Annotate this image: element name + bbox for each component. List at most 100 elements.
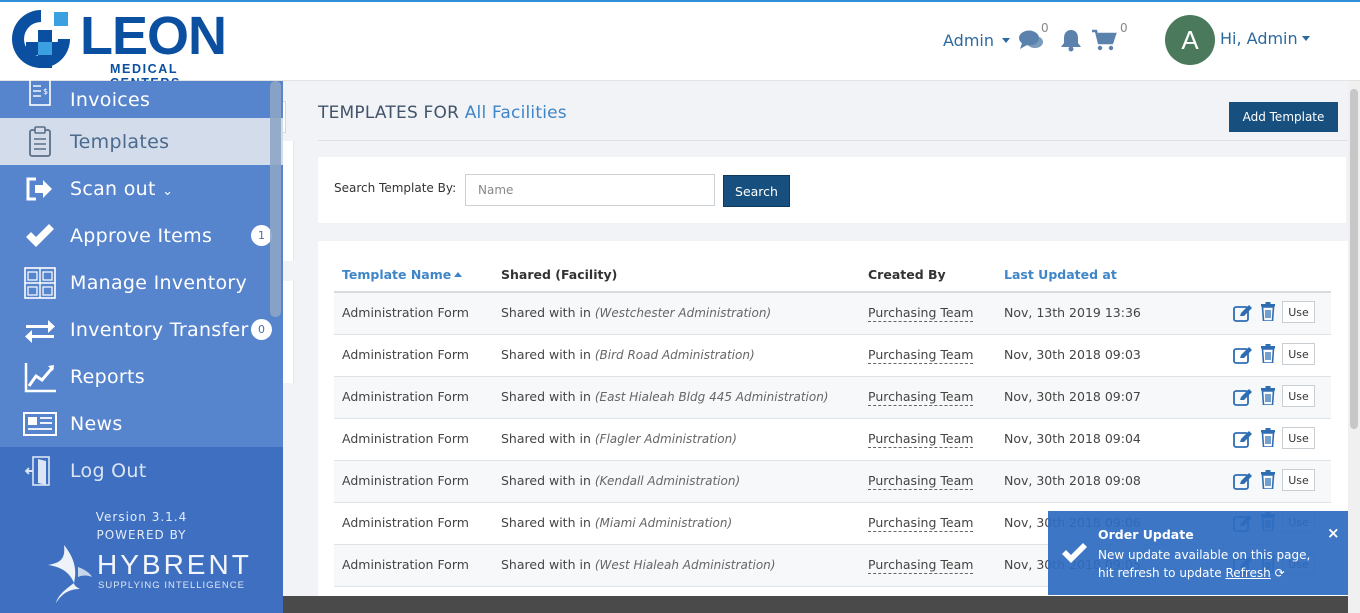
page-scrollbar-thumb[interactable] <box>1350 89 1358 429</box>
last-updated-cell: Nov, 30th 2018 09:07 <box>1004 389 1141 404</box>
newspaper-icon <box>23 411 57 436</box>
sidebar-item-invoices[interactable]: $ Invoices <box>0 78 283 118</box>
cart-icon[interactable] <box>1091 28 1117 52</box>
bell-icon[interactable] <box>1058 28 1084 52</box>
user-menu[interactable]: Hi, Admin <box>1220 29 1310 48</box>
page-scrollbar[interactable] <box>1348 81 1360 613</box>
close-icon[interactable]: × <box>1327 524 1340 542</box>
created-by-link[interactable]: Purchasing Team <box>868 305 974 322</box>
check-icon <box>26 223 54 247</box>
add-template-button[interactable]: Add Template <box>1229 102 1338 132</box>
chevron-down-icon <box>1002 38 1010 43</box>
use-template-button[interactable]: Use <box>1282 343 1315 365</box>
sidebar-item-label: Log Out <box>70 459 147 482</box>
edit-icon[interactable] <box>1233 430 1253 448</box>
column-header-template-name[interactable]: Template Name <box>342 267 463 282</box>
sidebar-item-approve-items[interactable]: Approve Items 1 <box>0 212 283 259</box>
toast-title: Order Update <box>1098 527 1194 542</box>
table-row: Administration Form Shared with in (East … <box>334 377 1331 419</box>
inventory-transfer-badge: 0 <box>251 319 272 340</box>
version-label: Version 3.1.4 <box>95 510 188 524</box>
sidebar-item-templates[interactable]: Templates <box>0 118 283 165</box>
table-row: Administration Form Shared with in (Kenda… <box>334 461 1331 503</box>
column-header-shared: Shared (Facility) <box>501 267 618 282</box>
trash-icon[interactable] <box>1260 470 1276 489</box>
hybrent-logo: HYBRENT SUPPLYING INTELLIGENCE <box>40 543 250 605</box>
sidebar-scrollbar[interactable] <box>270 81 281 317</box>
use-template-button[interactable]: Use <box>1282 469 1315 491</box>
refresh-link[interactable]: Refresh <box>1225 566 1270 580</box>
toast-message: New update available on this page, hit r… <box>1098 548 1311 580</box>
sidebar-item-label: Templates <box>70 130 170 153</box>
messages-count: 0 <box>1041 21 1049 35</box>
use-template-button[interactable]: Use <box>1282 385 1315 407</box>
background-panel <box>283 141 294 261</box>
template-name-cell: Administration Form <box>342 515 469 530</box>
leon-logo[interactable]: LEON MEDICAL CENTERS <box>8 6 248 90</box>
search-button[interactable]: Search <box>723 175 790 207</box>
edit-icon[interactable] <box>1233 346 1253 364</box>
svg-text:$: $ <box>43 87 48 96</box>
trash-icon[interactable] <box>1260 344 1276 363</box>
template-name-cell: Administration Form <box>342 305 469 320</box>
created-by-link[interactable]: Purchasing Team <box>868 431 974 448</box>
sidebar-item-label: Approve Items <box>70 224 213 247</box>
order-update-toast: Order Update New update available on thi… <box>1048 511 1348 595</box>
use-template-button[interactable]: Use <box>1282 427 1315 449</box>
door-exit-icon <box>24 455 50 486</box>
use-template-button[interactable]: Use <box>1282 301 1315 323</box>
created-by-link[interactable]: Purchasing Team <box>868 389 974 406</box>
template-name-cell: Administration Form <box>342 557 469 572</box>
trash-icon[interactable] <box>1260 302 1276 321</box>
template-name-cell: Administration Form <box>342 431 469 446</box>
facility-link[interactable]: All Facilities <box>465 103 567 123</box>
sign-out-icon <box>26 177 52 200</box>
created-by-link[interactable]: Purchasing Team <box>868 557 974 574</box>
shared-facility-cell: Shared with in (Kendall Administration) <box>501 473 741 488</box>
avatar[interactable]: A <box>1165 15 1215 65</box>
bottom-bar <box>283 596 1348 613</box>
edit-icon[interactable] <box>1233 472 1253 490</box>
hybrent-tagline: SUPPLYING INTELLIGENCE <box>98 580 245 591</box>
sidebar-item-scan-out[interactable]: Scan out ⌄ <box>0 165 283 212</box>
edit-icon[interactable] <box>1233 304 1253 322</box>
cart-count: 0 <box>1120 21 1128 35</box>
powered-by-label: POWERED BY <box>96 528 187 542</box>
brand-name: LEON <box>80 6 227 66</box>
shared-facility-cell: Shared with in (Bird Road Administration… <box>501 347 755 362</box>
edit-icon[interactable] <box>1233 388 1253 406</box>
trash-icon[interactable] <box>1260 386 1276 405</box>
column-header-last-updated[interactable]: Last Updated at <box>1004 267 1117 282</box>
table-row: Administration Form Shared with in (Flagl… <box>334 419 1331 461</box>
invoice-icon: $ <box>29 78 51 106</box>
template-search-input[interactable] <box>465 174 715 206</box>
chevron-down-icon <box>1301 36 1310 41</box>
last-updated-cell: Nov, 30th 2018 09:03 <box>1004 347 1141 362</box>
sidebar-item-label: Manage Inventory <box>70 271 248 294</box>
sidebar-item-reports[interactable]: Reports <box>0 353 283 400</box>
sidebar-nav: $ Invoices Templates Scan out ⌄ Approve … <box>0 78 283 494</box>
table-row: Administration Form Shared with in (Westc… <box>334 293 1331 335</box>
created-by-link[interactable]: Purchasing Team <box>868 515 974 532</box>
column-header-created-by: Created By <box>868 267 946 282</box>
refresh-icon: ⟳ <box>1274 566 1285 580</box>
sidebar-item-log-out[interactable]: Log Out <box>0 447 283 494</box>
background-panel <box>283 281 294 383</box>
sidebar-item-manage-inventory[interactable]: Manage Inventory <box>0 259 283 306</box>
created-by-link[interactable]: Purchasing Team <box>868 473 974 490</box>
user-greeting: Hi, Admin <box>1220 29 1298 48</box>
inventory-grid-icon <box>24 266 56 299</box>
admin-dropdown[interactable]: Admin <box>943 31 1010 50</box>
trash-icon[interactable] <box>1260 428 1276 447</box>
shared-facility-cell: Shared with in (West Hialeah Administrat… <box>501 557 776 572</box>
transfer-arrows-icon <box>25 319 55 343</box>
divider <box>318 140 1348 141</box>
sidebar-item-label: News <box>70 412 123 435</box>
sidebar-item-inventory-transfer[interactable]: Inventory Transfer 0 <box>0 306 283 353</box>
shared-facility-cell: Shared with in (Westchester Administrati… <box>501 305 772 320</box>
last-updated-cell: Nov, 13th 2019 13:36 <box>1004 305 1141 320</box>
created-by-link[interactable]: Purchasing Team <box>868 347 974 364</box>
shared-facility-cell: Shared with in (East Hialeah Bldg 445 Ad… <box>501 389 829 404</box>
leon-logo-mark <box>12 10 70 68</box>
sidebar-item-news[interactable]: News <box>0 400 283 447</box>
